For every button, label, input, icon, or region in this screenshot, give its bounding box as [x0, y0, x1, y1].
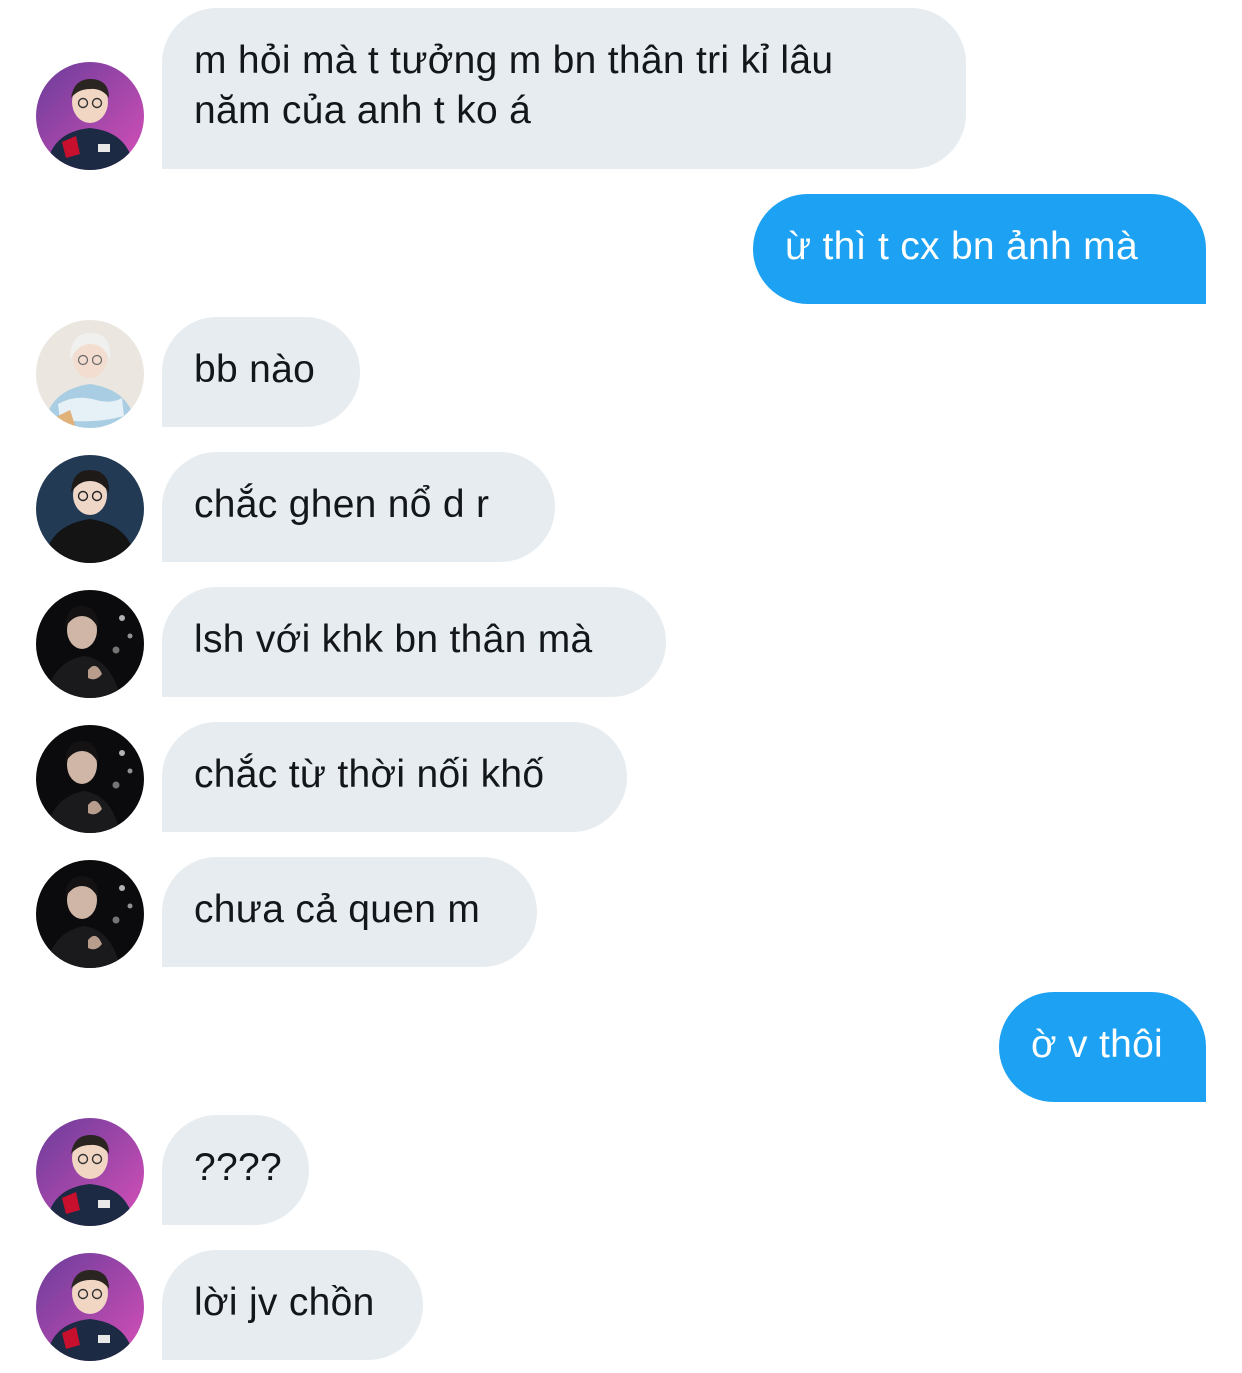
avatar-a-image: [36, 1253, 144, 1361]
message-bubble-incoming[interactable]: lsh với khk bn thân mà: [162, 587, 666, 697]
sender-avatar[interactable]: [36, 860, 144, 968]
message-bubble-incoming[interactable]: chắc ghen nổ d r: [162, 452, 555, 562]
message-bubble-incoming[interactable]: chắc từ thời nối khố: [162, 722, 627, 832]
avatar-b-image: [36, 320, 144, 428]
sender-avatar[interactable]: [36, 320, 144, 428]
sender-avatar[interactable]: [36, 1118, 144, 1226]
message-bubble-incoming[interactable]: lời jv chồn: [162, 1250, 423, 1360]
avatar-c-image: [36, 455, 144, 563]
avatar-a-image: [36, 1118, 144, 1226]
message-bubble-incoming[interactable]: bb nào: [162, 317, 360, 427]
message-bubble-incoming[interactable]: ????: [162, 1115, 309, 1225]
sender-avatar[interactable]: [36, 725, 144, 833]
avatar-d-image: [36, 860, 144, 968]
sender-avatar[interactable]: [36, 1253, 144, 1361]
avatar-d-image: [36, 725, 144, 833]
avatar-d-image: [36, 590, 144, 698]
message-bubble-outgoing[interactable]: ờ v thôi: [999, 992, 1206, 1102]
message-bubble-incoming[interactable]: m hỏi mà t tưởng m bn thân tri kỉ lâu nă…: [162, 8, 966, 169]
sender-avatar[interactable]: [36, 590, 144, 698]
message-bubble-outgoing[interactable]: ừ thì t cx bn ảnh mà: [753, 194, 1206, 304]
sender-avatar[interactable]: [36, 455, 144, 563]
avatar-a-image: [36, 62, 144, 170]
message-bubble-incoming[interactable]: chưa cả quen m: [162, 857, 537, 967]
sender-avatar[interactable]: [36, 62, 144, 170]
